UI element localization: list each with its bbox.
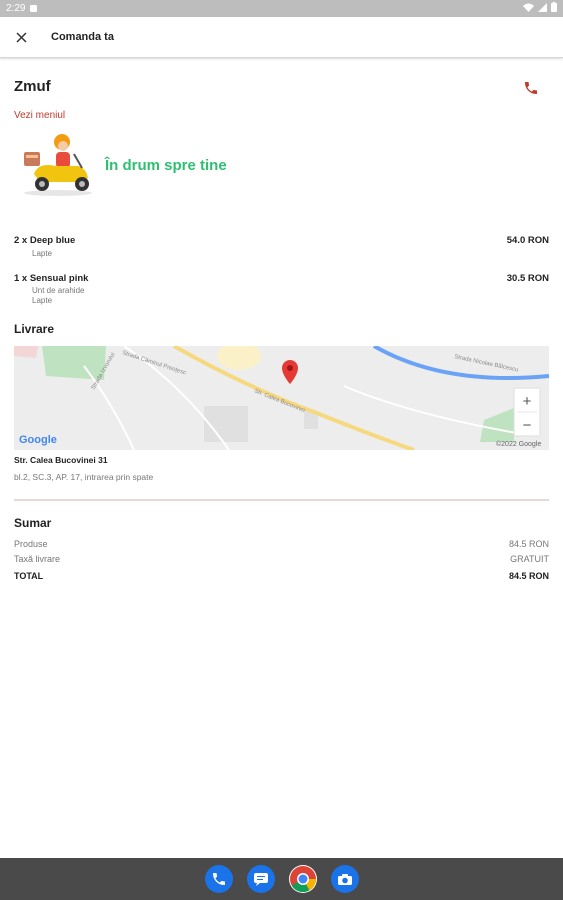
camera-app-button[interactable]	[330, 865, 359, 893]
status-bar: 2:29	[0, 0, 563, 17]
wifi-icon	[523, 3, 534, 15]
summary-title: Sumar	[14, 516, 52, 530]
chrome-app-button[interactable]	[288, 865, 317, 893]
view-menu-link[interactable]: Vezi meniul	[14, 110, 65, 121]
summary-total-row: TOTAL 84.5 RON	[14, 571, 549, 581]
summary-row: Produse 84.5 RON	[14, 539, 549, 549]
close-button[interactable]	[11, 27, 31, 47]
delivery-address-details: bl.2, SC.3, AP. 17, intrarea prin spate	[14, 472, 154, 482]
notification-icon	[30, 5, 38, 12]
summary-label: Taxă livrare	[14, 554, 61, 564]
order-item: 1 x Sensual pink 30.5 RON Unt de arahide…	[14, 273, 549, 306]
signal-icon	[538, 2, 547, 15]
camera-app-icon	[337, 873, 352, 885]
summary-value: GRATUIT	[510, 554, 549, 564]
map-zoom-out-button[interactable]: −	[523, 417, 532, 434]
delivery-scooter-illustration	[20, 130, 98, 200]
total-value: 84.5 RON	[508, 571, 549, 581]
status-time: 2:29	[6, 3, 26, 14]
summary-row: Taxă livrare GRATUIT	[14, 554, 549, 564]
item-line: 2 x Deep blue	[14, 235, 76, 246]
app-bar: Comanda ta	[0, 17, 563, 58]
restaurant-name: Zmuf	[14, 78, 51, 95]
item-price: 54.0 RON	[506, 235, 549, 246]
order-status: În drum spre tine	[105, 157, 227, 174]
map-copyright: ©2022 Google	[496, 440, 541, 448]
phone-app-button[interactable]	[204, 865, 233, 893]
map-zoom-in-button[interactable]: +	[523, 393, 532, 410]
item-option: Unt de arahide	[32, 286, 85, 295]
messages-app-button[interactable]	[246, 865, 275, 893]
item-price: 30.5 RON	[506, 273, 549, 284]
messages-app-icon	[253, 873, 268, 886]
app-dock	[0, 858, 563, 900]
item-option: Lapte	[32, 296, 53, 305]
phone-app-icon	[212, 873, 225, 885]
call-restaurant-button[interactable]	[523, 80, 541, 98]
delivery-title: Livrare	[14, 322, 55, 336]
item-line: 1 x Sensual pink	[14, 273, 89, 284]
battery-icon	[551, 2, 557, 15]
chrome-app-icon	[289, 866, 316, 893]
summary-value: 84.5 RON	[508, 539, 549, 549]
delivery-address: Str. Calea Bucovinei 31	[14, 455, 108, 465]
delivery-map[interactable]: Strada Căminul Preoțesc Str. Calea Bucov…	[14, 346, 549, 450]
google-logo: Google	[19, 434, 57, 446]
total-label: TOTAL	[14, 571, 44, 581]
close-icon	[15, 31, 27, 43]
page-title: Comanda ta	[51, 31, 114, 43]
summary-label: Produse	[14, 539, 48, 549]
order-item: 2 x Deep blue 54.0 RON Lapte	[14, 235, 549, 259]
item-option: Lapte	[32, 249, 53, 258]
phone-icon	[525, 82, 537, 94]
section-divider	[14, 499, 549, 501]
